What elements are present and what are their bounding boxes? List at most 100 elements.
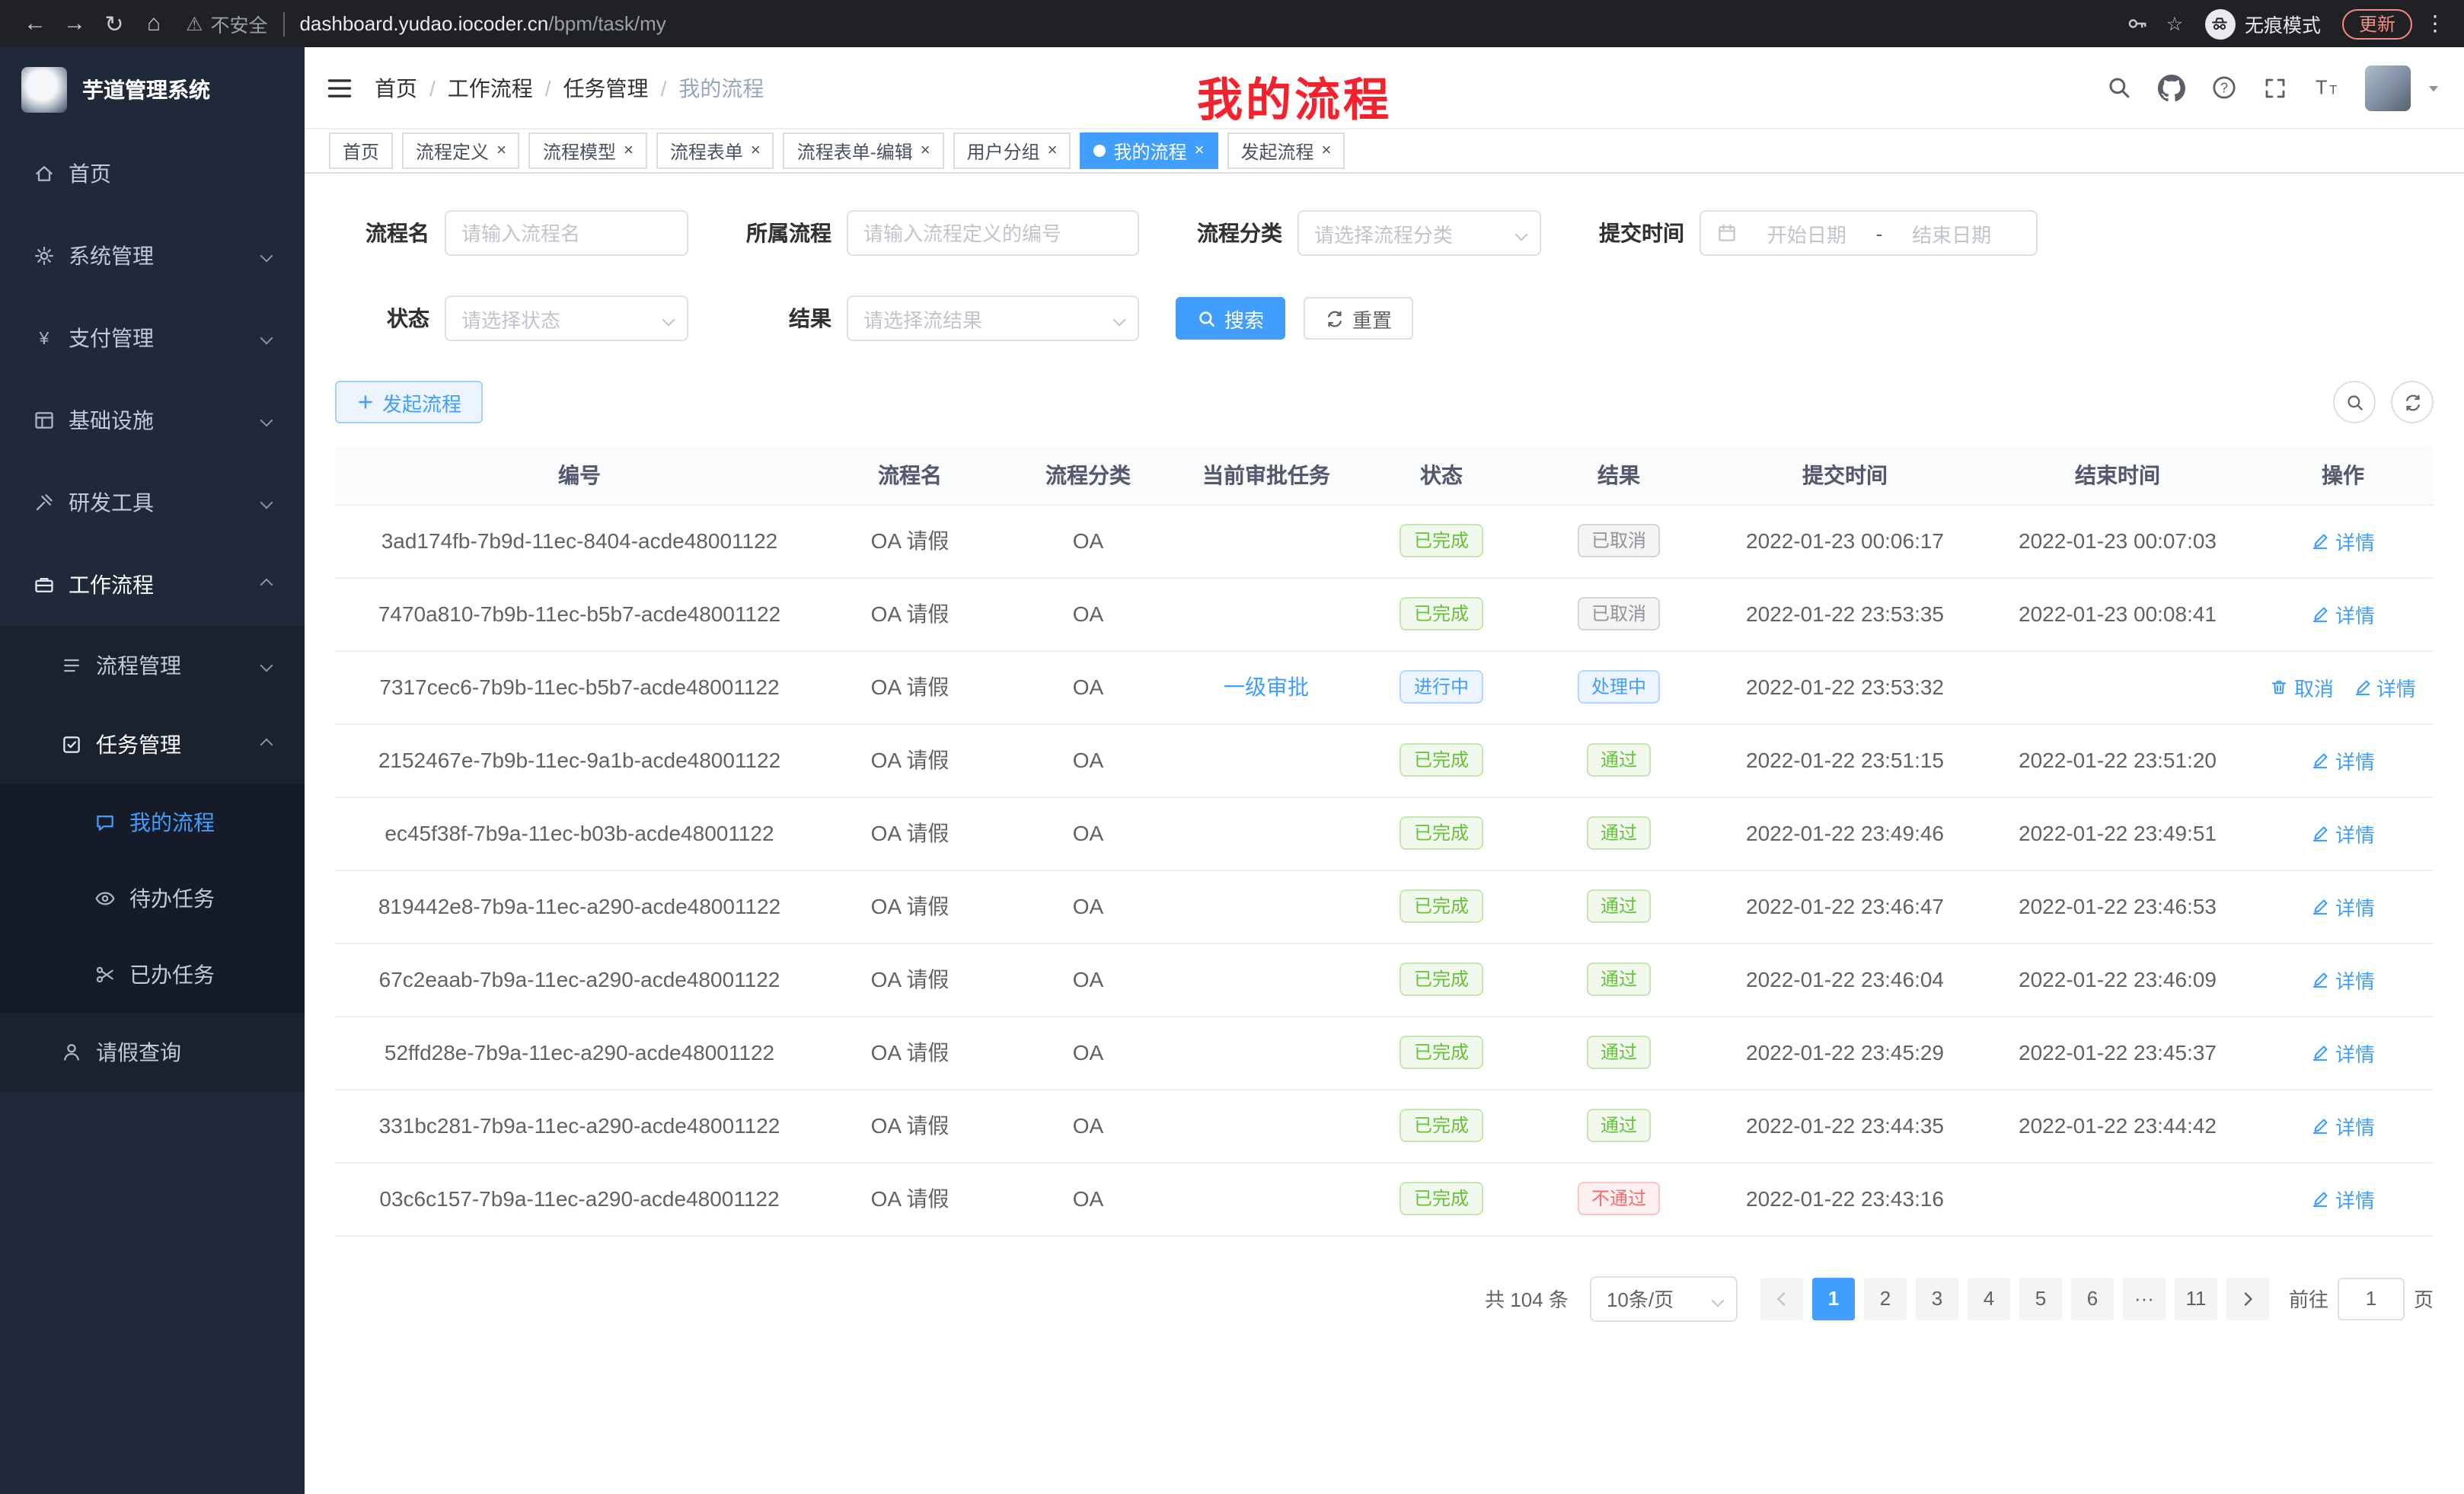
tab-process-model[interactable]: 流程模型× [529, 132, 647, 169]
result-label: 结果 [725, 303, 831, 334]
close-icon[interactable]: × [496, 142, 506, 159]
sidebar-item-done-tasks[interactable]: 已办任务 [0, 937, 305, 1013]
cell-actions: 详情 [2252, 504, 2434, 577]
detail-link[interactable]: 详情 [2311, 819, 2375, 848]
main-area: 首页/工作流程/任务管理/我的流程 我的流程 ? [305, 47, 2464, 1494]
tab-process-form[interactable]: 流程表单× [656, 132, 774, 169]
current-task-link[interactable]: 一级审批 [1224, 675, 1309, 699]
incognito-badge[interactable]: 无痕模式 [2205, 8, 2321, 39]
status-label: 状态 [335, 303, 429, 334]
back-button[interactable]: ← [15, 5, 55, 42]
page-button-1[interactable]: 1 [1812, 1277, 1855, 1320]
process-name-input[interactable] [461, 222, 672, 244]
tab-my-process[interactable]: 我的流程× [1080, 132, 1218, 169]
cell-submit-time: 2022-01-22 23:53:35 [1707, 577, 1983, 650]
close-icon[interactable]: × [1048, 142, 1058, 159]
sidebar-item-process-management[interactable]: 流程管理 [0, 626, 305, 705]
result-tag: 通过 [1587, 1036, 1651, 1069]
grid-icon [34, 410, 55, 431]
detail-link[interactable]: 详情 [2311, 1038, 2375, 1067]
bookmark-star-icon[interactable]: ☆ [2156, 5, 2193, 42]
start-process-button[interactable]: 发起流程 [335, 381, 483, 423]
cancel-link[interactable]: 取消 [2270, 672, 2334, 701]
collapse-sidebar-icon[interactable] [326, 74, 353, 101]
breadcrumb-item[interactable]: 首页 [375, 72, 417, 103]
tab-user-group[interactable]: 用户分组× [953, 132, 1071, 169]
sidebar-item-todo-tasks[interactable]: 待办任务 [0, 860, 305, 937]
cell-current-task [1180, 1162, 1352, 1235]
goto-page-input[interactable] [2338, 1277, 2405, 1320]
status-select[interactable]: 请选择状态 [445, 295, 688, 341]
browser-menu-icon[interactable]: ⋮ [2421, 11, 2449, 37]
breadcrumb-item[interactable]: 工作流程 [448, 72, 533, 103]
home-button[interactable]: ⌂ [134, 5, 174, 42]
page-size-select[interactable]: 10条/页 [1590, 1275, 1738, 1321]
tab-start-process[interactable]: 发起流程× [1227, 132, 1345, 169]
font-size-icon[interactable]: TT [2313, 75, 2339, 101]
reset-button[interactable]: 重置 [1304, 297, 1413, 340]
sidebar-item-infrastructure[interactable]: 基础设施 [0, 379, 305, 461]
forward-button[interactable]: → [55, 5, 94, 42]
page-button-6[interactable]: 6 [2071, 1277, 2114, 1320]
sidebar-item-devtools[interactable]: 研发工具 [0, 461, 305, 544]
fullscreen-icon[interactable] [2263, 75, 2287, 100]
sidebar-item-task-management[interactable]: 任务管理 [0, 705, 305, 784]
cell-status: 已完成 [1352, 577, 1530, 650]
sidebar-item-system[interactable]: 系统管理 [0, 215, 305, 297]
page-button-4[interactable]: 4 [1968, 1277, 2010, 1320]
reload-button[interactable]: ↻ [94, 5, 134, 42]
github-icon[interactable] [2158, 74, 2185, 101]
logo-image [21, 67, 67, 113]
close-icon[interactable]: × [921, 142, 930, 159]
result-select[interactable]: 请选择流结果 [847, 295, 1139, 341]
detail-link[interactable]: 详情 [2311, 892, 2375, 921]
sidebar-item-payment[interactable]: ¥支付管理 [0, 297, 305, 379]
security-chip[interactable]: ⚠ 不安全 [186, 9, 267, 38]
more-pages-button[interactable]: ··· [2123, 1277, 2166, 1320]
detail-link[interactable]: 详情 [2352, 672, 2416, 701]
page-button-3[interactable]: 3 [1916, 1277, 1958, 1320]
toggle-search-button[interactable] [2333, 381, 2376, 423]
detail-link[interactable]: 详情 [2311, 745, 2375, 774]
process-category-select[interactable]: 请选择流程分类 [1297, 210, 1541, 256]
detail-link[interactable]: 详情 [2311, 599, 2375, 628]
sidebar-item-workflow[interactable]: 工作流程 [0, 544, 305, 626]
tab-process-definition[interactable]: 流程定义× [402, 132, 520, 169]
tab-home[interactable]: 首页 [329, 132, 393, 169]
update-button[interactable]: 更新 [2342, 8, 2412, 39]
avatar-caret-icon[interactable] [2424, 78, 2443, 97]
submit-time-range-picker[interactable]: 开始日期 - 结束日期 [1700, 210, 2038, 256]
close-icon[interactable]: × [624, 142, 634, 159]
close-icon[interactable]: × [751, 142, 761, 159]
search-icon[interactable] [2106, 75, 2132, 101]
cell-process-name: OA 请假 [824, 504, 996, 577]
sidebar-item-leave-query[interactable]: 请假查询 [0, 1013, 305, 1092]
cell-id: 331bc281-7b9a-11ec-a290-acde48001122 [335, 1089, 824, 1162]
process-definition-input[interactable] [863, 222, 1122, 244]
cell-actions: 详情 [2252, 943, 2434, 1016]
cell-id: 2152467e-7b9b-11ec-9a1b-acde48001122 [335, 723, 824, 796]
page-button-5[interactable]: 5 [2019, 1277, 2062, 1320]
tab-process-form-edit[interactable]: 流程表单-编辑× [784, 132, 944, 169]
user-avatar[interactable] [2365, 65, 2411, 110]
incognito-label: 无痕模式 [2245, 9, 2321, 38]
close-icon[interactable]: × [1195, 142, 1205, 159]
prev-page-button[interactable] [1760, 1277, 1803, 1320]
help-icon[interactable]: ? [2211, 75, 2237, 101]
page-button-11[interactable]: 11 [2175, 1277, 2217, 1320]
breadcrumb-item[interactable]: 任务管理 [563, 72, 649, 103]
next-page-button[interactable] [2226, 1277, 2269, 1320]
detail-link[interactable]: 详情 [2311, 1111, 2375, 1140]
detail-link[interactable]: 详情 [2311, 526, 2375, 555]
address-bar[interactable]: dashboard.yudao.iocoder.cn/bpm/task/my [299, 12, 665, 35]
close-icon[interactable]: × [1321, 142, 1331, 159]
refresh-table-button[interactable] [2391, 381, 2434, 423]
search-button[interactable]: 搜索 [1176, 297, 1285, 340]
sidebar-item-my-process[interactable]: 我的流程 [0, 784, 305, 860]
page-button-2[interactable]: 2 [1864, 1277, 1907, 1320]
detail-link[interactable]: 详情 [2311, 965, 2375, 994]
app-logo[interactable]: 芋道管理系统 [0, 47, 305, 132]
key-icon[interactable] [2120, 5, 2156, 42]
detail-link[interactable]: 详情 [2311, 1184, 2375, 1213]
sidebar-item-home[interactable]: 首页 [0, 132, 305, 215]
